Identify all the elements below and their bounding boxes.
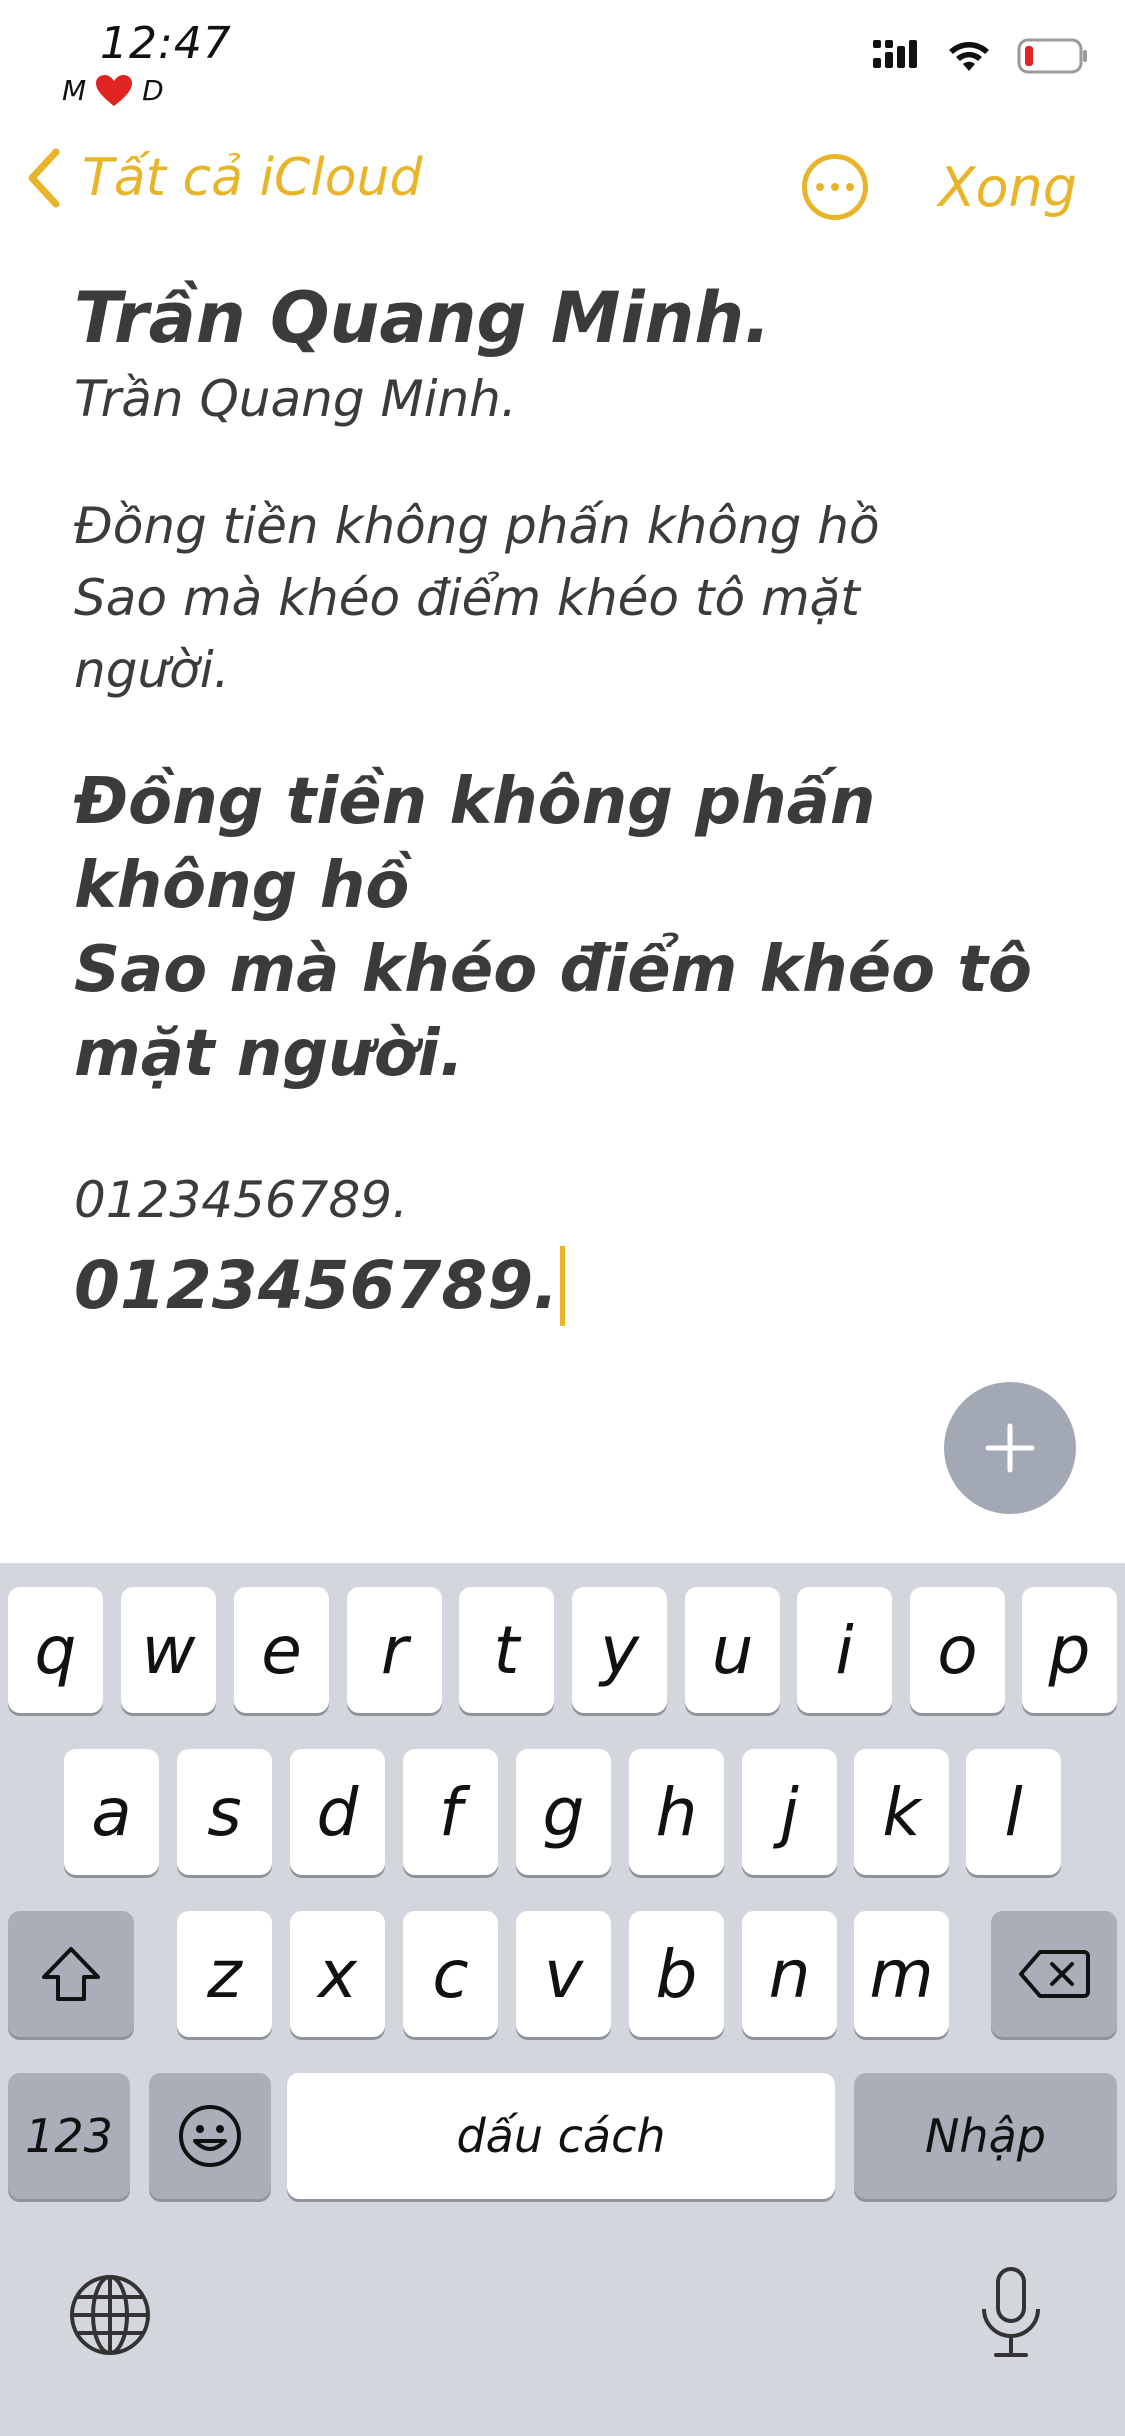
key-j[interactable]: j — [742, 1749, 837, 1875]
key-p[interactable]: p — [1022, 1587, 1117, 1713]
key-i[interactable]: i — [797, 1587, 892, 1713]
more-icon-dot — [831, 183, 839, 191]
text-cursor — [560, 1246, 566, 1326]
carrier-right: D — [142, 74, 164, 107]
key-d[interactable]: d — [290, 1749, 385, 1875]
emoji-icon — [179, 2105, 241, 2167]
key-g[interactable]: g — [516, 1749, 611, 1875]
more-button[interactable] — [802, 154, 868, 220]
key-w[interactable]: w — [121, 1587, 216, 1713]
key-h[interactable]: h — [629, 1749, 724, 1875]
key-m[interactable]: m — [854, 1911, 949, 2037]
battery-icon — [1017, 38, 1087, 74]
status-bar: 12:47 M D — [0, 0, 1125, 120]
key-y[interactable]: y — [572, 1587, 667, 1713]
key-a[interactable]: a — [64, 1749, 159, 1875]
key-s[interactable]: s — [177, 1749, 272, 1875]
key-n[interactable]: n — [742, 1911, 837, 2037]
numbers-key[interactable]: 123 — [8, 2073, 130, 2199]
heart-icon — [96, 74, 133, 106]
signal-icon — [873, 40, 917, 68]
key-c[interactable]: c — [403, 1911, 498, 2037]
back-label: Tất cả iCloud — [82, 148, 423, 208]
add-button[interactable] — [944, 1382, 1076, 1514]
key-v[interactable]: v — [516, 1911, 611, 2037]
status-time: 12:47 — [100, 18, 232, 69]
note-paragraph-bold: Đồng tiền không phấn không hồ Sao mà khé… — [74, 765, 1032, 1091]
key-e[interactable]: e — [234, 1587, 329, 1713]
status-icons — [873, 38, 1089, 74]
notes-screen: 12:47 M D Tất cả iCloud Xong Trần Quang … — [0, 0, 1125, 2436]
shift-key[interactable] — [8, 1911, 134, 2037]
key-f[interactable]: f — [403, 1749, 498, 1875]
key-k[interactable]: k — [854, 1749, 949, 1875]
key-z[interactable]: z — [177, 1911, 272, 2037]
keyboard: q w e r t y u i o p a s d f g h j k l z … — [0, 1563, 1125, 2436]
globe-icon[interactable] — [68, 2273, 152, 2357]
delete-key[interactable] — [991, 1911, 1117, 2037]
emoji-key[interactable] — [149, 2073, 271, 2199]
return-key[interactable]: Nhập — [854, 2073, 1117, 2199]
done-button[interactable]: Xong — [938, 156, 1077, 219]
key-x[interactable]: x — [290, 1911, 385, 2037]
key-b[interactable]: b — [629, 1911, 724, 2037]
note-editor[interactable]: Trần Quang Minh. Trần Quang Minh. Đồng t… — [74, 270, 1074, 1326]
key-l[interactable]: l — [966, 1749, 1061, 1875]
key-r[interactable]: r — [347, 1587, 442, 1713]
carrier-left: M — [62, 74, 87, 107]
note-numbers-big-line: 0123456789. — [74, 1246, 1074, 1326]
note-title: Trần Quang Minh. — [74, 277, 771, 359]
note-numbers-big: 0123456789. — [74, 1247, 559, 1324]
microphone-icon[interactable] — [976, 2265, 1046, 2361]
navigation-bar: Tất cả iCloud Xong — [0, 140, 1125, 236]
key-t[interactable]: t — [459, 1587, 554, 1713]
delete-icon — [1019, 1950, 1090, 1998]
numbers-key-label: 123 — [25, 2109, 113, 2163]
space-key[interactable]: dấu cách — [287, 2073, 835, 2199]
chevron-left-icon — [28, 148, 60, 208]
shift-icon — [42, 1947, 100, 2001]
more-icon — [816, 183, 824, 191]
key-o[interactable]: o — [910, 1587, 1005, 1713]
more-icon-dot — [846, 183, 854, 191]
key-u[interactable]: u — [685, 1587, 780, 1713]
space-key-label: dấu cách — [456, 2109, 666, 2163]
note-numbers-small: 0123456789. — [74, 1171, 409, 1229]
key-q[interactable]: q — [8, 1587, 103, 1713]
plus-icon — [985, 1423, 1035, 1473]
carrier-label: M D — [62, 74, 164, 107]
back-button[interactable]: Tất cả iCloud — [24, 148, 423, 208]
wifi-icon — [949, 42, 989, 71]
return-key-label: Nhập — [925, 2109, 1046, 2163]
note-paragraph-regular: Đồng tiền không phấn không hồ Sao mà khé… — [74, 497, 880, 699]
note-subtitle: Trần Quang Minh. — [74, 370, 517, 428]
